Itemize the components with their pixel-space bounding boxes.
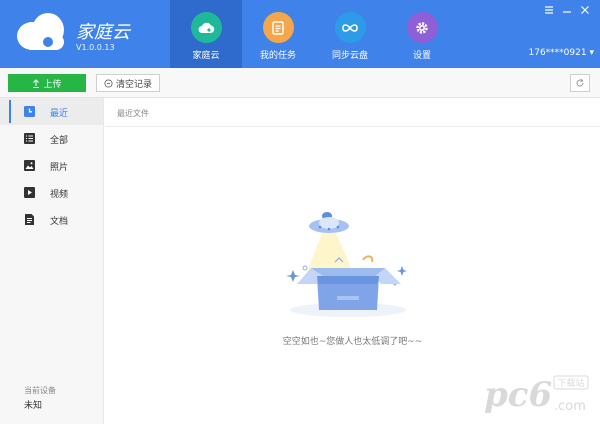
sidebar-item-label: 全部 <box>50 136 69 146</box>
image-icon <box>24 160 35 171</box>
nav-label: 我的任务 <box>259 51 296 61</box>
minimize-icon <box>563 11 571 13</box>
site-watermark: pc6 下载站 .com <box>484 372 590 420</box>
gear-icon <box>406 12 438 43</box>
list-icon <box>24 133 35 144</box>
main-nav: 家庭云 我的任务 同步云盘 设置 <box>170 0 458 68</box>
sidebar-item-recent[interactable]: 最近 <box>0 98 103 125</box>
upload-button[interactable]: 上传 <box>8 74 86 92</box>
sidebar-item-photos[interactable]: 照片 <box>0 152 103 179</box>
task-list-icon <box>262 12 294 43</box>
title-bar: 家庭云 V1.0.0.13 家庭云 我的任务 同步云盘 设置 176****09… <box>0 0 600 68</box>
sync-icon <box>334 12 366 43</box>
current-device-value: 未知 <box>24 401 43 411</box>
nav-item-family-cloud[interactable]: 家庭云 <box>170 0 242 68</box>
cloud-icon <box>190 12 222 43</box>
user-phone: 176****0921 <box>528 48 587 58</box>
upload-icon <box>33 78 40 88</box>
user-account-dropdown[interactable]: 176****0921 ▾ <box>529 48 595 58</box>
minimize-button[interactable] <box>560 5 574 17</box>
nav-label: 同步云盘 <box>331 51 368 61</box>
sidebar-item-label: 最近 <box>50 109 69 119</box>
watermark-badge: 下载站 <box>557 377 584 389</box>
sidebar-item-label: 文档 <box>50 217 69 227</box>
refresh-icon <box>576 78 584 87</box>
recent-icon <box>24 106 35 117</box>
app-name: 家庭云 <box>76 22 130 43</box>
upload-label: 上传 <box>43 79 62 90</box>
sidebar: 最近 全部 照片 视频 文档 当前设备 未知 <box>0 98 104 424</box>
app-version: V1.0.0.13 <box>76 43 115 52</box>
chevron-down-icon: ▾ <box>589 48 594 58</box>
clear-label: 清空记录 <box>115 79 152 90</box>
pc6-watermark-logo: pc6 下载站 .com <box>484 375 589 415</box>
clear-history-button[interactable]: 清空记录 <box>96 74 160 92</box>
watermark-text: pc6 <box>484 375 552 415</box>
clear-icon <box>104 78 113 88</box>
nav-label: 设置 <box>412 51 431 61</box>
sidebar-item-documents[interactable]: 文档 <box>0 206 103 233</box>
sidebar-item-label: 视频 <box>50 190 69 200</box>
menu-button[interactable] <box>542 5 556 17</box>
close-button[interactable] <box>578 5 592 17</box>
sidebar-item-label: 照片 <box>50 163 69 173</box>
close-icon <box>581 6 589 14</box>
nav-item-my-tasks[interactable]: 我的任务 <box>242 0 314 68</box>
section-title: 最近文件 <box>117 109 149 118</box>
divider <box>105 126 600 127</box>
nav-item-settings[interactable]: 设置 <box>386 0 458 68</box>
sidebar-item-all[interactable]: 全部 <box>0 125 103 152</box>
app-logo-icon <box>17 13 64 50</box>
watermark-domain: .com <box>554 399 586 414</box>
empty-box-ufo-illustration <box>286 212 407 317</box>
nav-item-sync-disk[interactable]: 同步云盘 <box>314 0 386 68</box>
current-device-label: 当前设备 <box>24 386 56 395</box>
nav-label: 家庭云 <box>192 51 220 61</box>
document-icon <box>25 214 34 225</box>
menu-icon <box>545 6 553 14</box>
empty-state-message: 空空如也~您做人也太低调了吧~~ <box>282 337 423 347</box>
refresh-button[interactable] <box>570 74 590 92</box>
toolbar: 上传 清空记录 <box>0 68 600 98</box>
sidebar-item-videos[interactable]: 视频 <box>0 179 103 206</box>
video-icon <box>24 187 35 198</box>
